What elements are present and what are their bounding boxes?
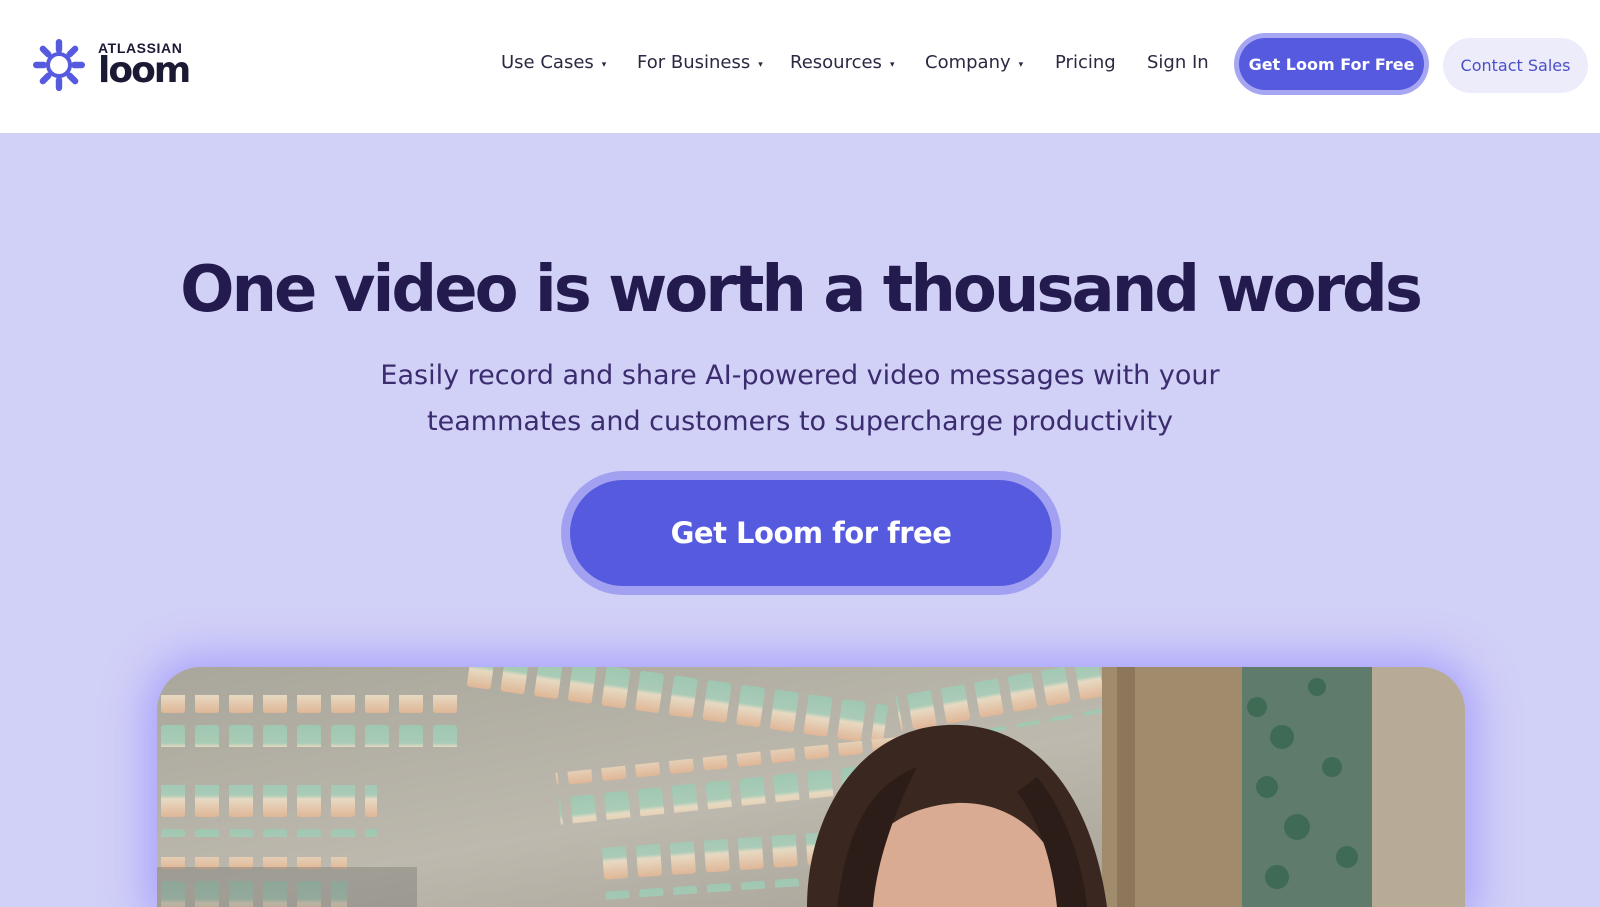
nav-pricing[interactable]: Pricing bbox=[1055, 52, 1116, 73]
nav-for-business[interactable]: For Business ▾ bbox=[637, 52, 763, 73]
nav-use-cases[interactable]: Use Cases ▾ bbox=[501, 52, 606, 73]
hero-section: One video is worth a thousand words Easi… bbox=[0, 133, 1600, 907]
video-thumbnail-image bbox=[157, 667, 1465, 907]
nav-for-business-label: For Business bbox=[637, 52, 751, 73]
hero-subtitle: Easily record and share AI-powered video… bbox=[350, 353, 1250, 445]
get-loom-free-hero-label: Get Loom for free bbox=[570, 480, 1052, 586]
hero-video[interactable] bbox=[157, 667, 1465, 907]
nav-sign-in-label: Sign In bbox=[1147, 52, 1209, 73]
nav-use-cases-label: Use Cases bbox=[501, 52, 594, 73]
hero-subtitle-line-1: Easily record and share AI-powered video… bbox=[380, 360, 1220, 391]
nav-pricing-label: Pricing bbox=[1055, 52, 1116, 73]
nav-resources[interactable]: Resources ▾ bbox=[790, 52, 894, 73]
site-header: ATLASSIAN loom Use Cases ▾ For Business … bbox=[0, 0, 1600, 133]
nav-resources-label: Resources bbox=[790, 52, 882, 73]
hero-title: One video is worth a thousand words bbox=[180, 253, 1423, 327]
get-loom-free-header-button[interactable]: Get Loom For Free bbox=[1234, 33, 1429, 95]
contact-sales-button[interactable]: Contact Sales bbox=[1443, 38, 1588, 93]
hero-subtitle-line-2: teammates and customers to supercharge p… bbox=[427, 406, 1173, 437]
chevron-down-icon: ▾ bbox=[758, 59, 763, 70]
nav-sign-in[interactable]: Sign In bbox=[1147, 52, 1209, 73]
get-loom-free-hero-button[interactable]: Get Loom for free bbox=[561, 471, 1061, 595]
chevron-down-icon: ▾ bbox=[889, 59, 895, 70]
chevron-down-icon: ▾ bbox=[601, 59, 607, 70]
main-nav: Use Cases ▾ For Business ▾ Resources ▾ C… bbox=[0, 0, 1600, 133]
get-loom-free-header-label: Get Loom For Free bbox=[1239, 38, 1424, 90]
chevron-down-icon: ▾ bbox=[1018, 59, 1024, 70]
nav-company-label: Company bbox=[925, 52, 1011, 73]
nav-company[interactable]: Company ▾ bbox=[925, 52, 1023, 73]
